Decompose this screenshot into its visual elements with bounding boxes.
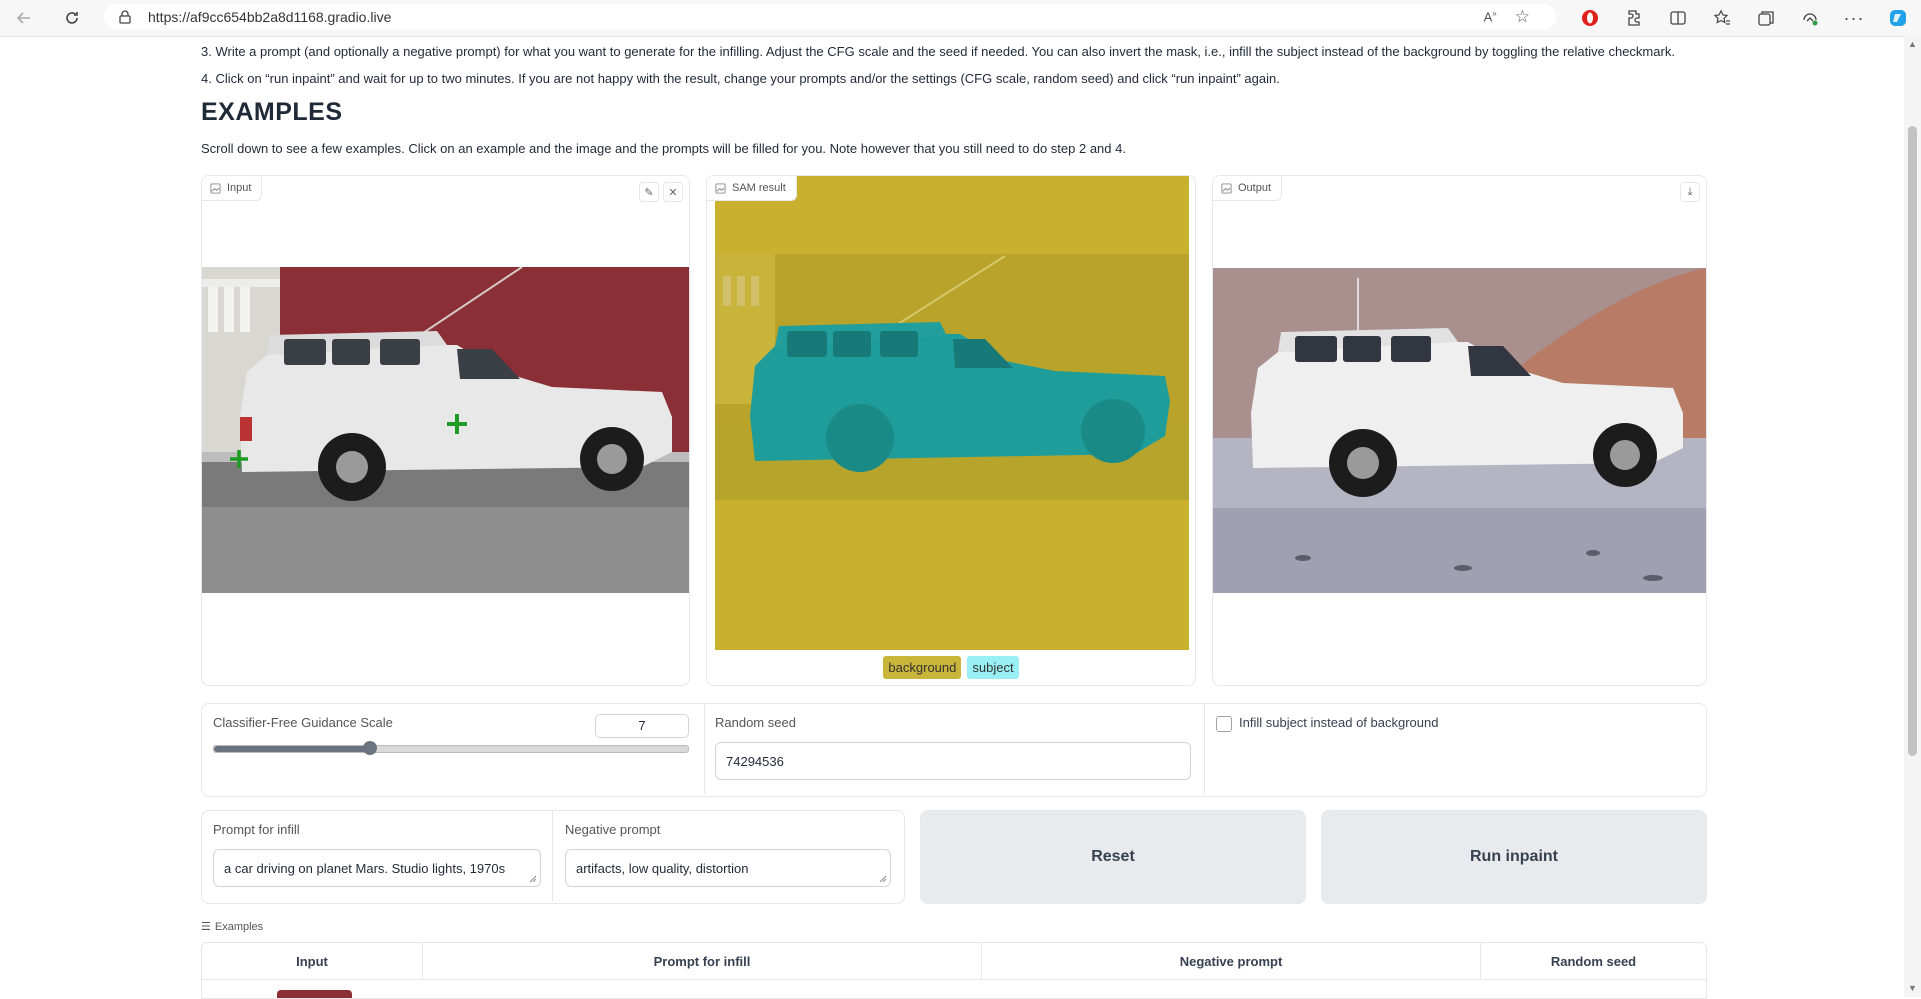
examples-title: EXAMPLES [201,98,343,126]
cfg-slider-fill [214,746,371,752]
image-icon [715,182,726,194]
scroll-down-icon[interactable]: ▼ [1908,984,1917,993]
examples-description: Scroll down to see a few examples. Click… [201,141,1126,156]
cfg-number-input[interactable]: 7 [595,714,689,738]
invert-mask-label[interactable]: Infill subject instead of background [1239,715,1438,730]
sam-label-text: SAM result [732,182,786,194]
segmentation-legend: background subject [707,656,1195,679]
reload-icon[interactable] [54,0,90,36]
input-image-panel[interactable]: Input ✎ ✕ [201,175,690,686]
instruction-step-3: 3. Write a prompt (and optionally a nega… [201,44,1675,59]
extensions-icon[interactable] [1612,0,1656,36]
resize-grip-icon[interactable] [529,875,537,883]
url-text: https://af9cc654bb2a8d1168.gradio.live [148,9,392,25]
prompt-label: Prompt for infill [213,822,300,837]
back-icon[interactable] [6,0,42,36]
output-image [1213,268,1706,593]
prompt-input-text: a car driving on planet Mars. Studio lig… [224,860,506,876]
examples-header: ☰ Examples [201,920,264,934]
reset-button[interactable]: Reset [920,810,1306,904]
browser-toolbar: https://af9cc654bb2a8d1168.gradio.live A… [0,0,1921,37]
input-label-text: Input [227,182,252,194]
table-header-input: Input [202,943,423,979]
input-panel-label: Input [202,176,263,201]
examples-label: Examples [214,920,264,933]
divider [552,811,553,901]
favorite-star-icon[interactable]: ☆ [1515,7,1530,27]
sam-result-image [715,176,1189,650]
table-header-prompt: Prompt for infill [423,943,982,979]
address-bar[interactable]: https://af9cc654bb2a8d1168.gradio.live A… [104,4,1556,30]
scrollbar-thumb[interactable] [1908,126,1917,756]
run-inpaint-button[interactable]: Run inpaint [1321,810,1707,904]
seed-input[interactable]: 74294536 [715,742,1191,780]
input-image[interactable] [202,267,689,593]
table-header-negative: Negative prompt [982,943,1481,979]
negative-prompt-label: Negative prompt [565,822,661,837]
cfg-slider[interactable] [213,741,689,755]
negative-prompt-input[interactable]: artifacts, low quality, distortion [565,849,891,887]
more-menu-icon[interactable]: ··· [1832,0,1876,36]
examples-table: Input Prompt for infill Negative prompt … [201,942,1707,999]
output-image-panel: Output ⤓ [1212,175,1707,686]
divider [704,704,705,794]
cfg-label: Classifier-Free Guidance Scale [213,715,393,730]
opera-extension-icon[interactable] [1568,0,1612,36]
cfg-slider-thumb[interactable] [363,741,378,755]
copilot-icon[interactable] [1876,0,1920,36]
sam-panel-label: SAM result [707,176,797,201]
favorites-icon[interactable] [1700,0,1744,36]
legend-background[interactable]: background [883,656,962,679]
download-icon[interactable]: ⤓ [1680,182,1700,202]
scroll-up-icon[interactable]: ▲ [1908,40,1917,49]
table-header-seed: Random seed [1550,953,1637,969]
prompt-input[interactable]: a car driving on planet Mars. Studio lig… [213,849,541,887]
sam-result-panel: SAM result background subject [706,175,1196,686]
instruction-step-4: 4. Click on “run inpaint” and wait for u… [201,71,1280,86]
close-icon[interactable]: ✕ [663,182,683,202]
output-label-text: Output [1238,182,1272,194]
seed-label: Random seed [715,715,796,730]
resize-grip-icon[interactable] [879,875,887,883]
positive-point-marker-icon [447,414,467,434]
output-panel-label: Output [1213,176,1283,201]
image-icon [1221,182,1232,194]
page-scrollbar[interactable]: ▲ ▼ [1904,36,1921,997]
legend-subject[interactable]: subject [967,656,1019,679]
list-icon: ☰ [201,921,211,933]
divider [1204,704,1205,794]
lock-icon [118,10,132,24]
table-divider [202,979,1706,980]
edit-icon[interactable]: ✎ [639,182,659,202]
invert-mask-checkbox[interactable] [1216,716,1232,732]
split-screen-icon[interactable] [1656,0,1700,36]
negative-prompt-input-text: artifacts, low quality, distortion [576,860,749,876]
browser-essentials-icon[interactable] [1788,0,1832,36]
collections-icon[interactable] [1744,0,1788,36]
read-aloud-icon[interactable]: A» [1484,9,1497,24]
image-icon [210,182,221,194]
positive-point-marker-icon [230,450,248,468]
